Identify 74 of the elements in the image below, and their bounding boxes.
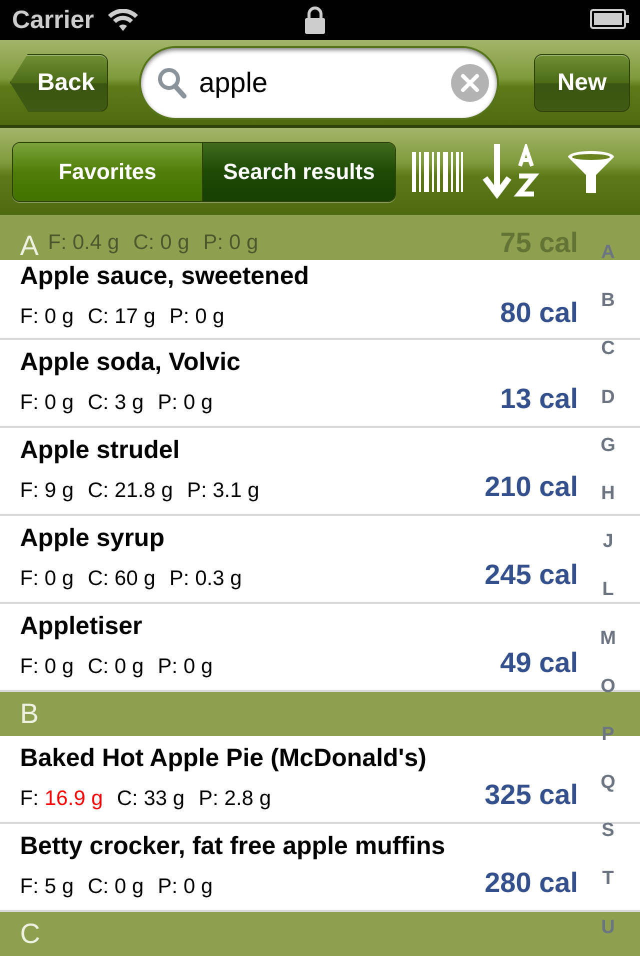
calorie-count: 280 cal [484,867,578,899]
nutrient-amount: F: 9 g [20,479,74,503]
food-name: Betty crocker, fat free apple muffins [20,832,446,861]
nutrient-amount: C: 0 g [88,655,144,679]
section-header: A [20,230,39,260]
nutrient-amount: P: 0.3 g [169,567,242,591]
nutrient-amount: P: 0 g [158,655,213,679]
nutrient-amount: P: 3.1 g [186,479,260,503]
nutrient-amount: F: 0 g [20,391,74,415]
calorie-count: 325 cal [484,779,578,811]
food-row[interactable]: Apple strudel F: 9 g C: 21.8 g P: 3.1 g 210 cal [0,428,578,514]
nutrient-amount: F: 16.9 g [20,787,103,811]
barcode-icon[interactable] [412,152,464,192]
calorie-count: 13 cal [500,383,578,415]
wifi-icon [108,9,138,31]
food-name: Apple sauce, sweetened [20,262,310,291]
food-name: Baked Hot Apple Pie (McDonald's) [20,744,426,773]
index-letter[interactable]: H [601,478,615,528]
nutrient-amount: F: 0 g [20,567,74,591]
index-letter[interactable]: L [602,575,614,624]
nutrient-amount: P: 0 g [203,231,258,255]
calorie-count: 210 cal [484,471,578,503]
search-icon [157,66,187,98]
food-row[interactable]: Appletiser F: 0 g C: 0 g P: 0 g 49 cal [0,604,578,690]
food-row[interactable]: Betty crocker, fat free apple muffins F: 5 g C: 0 g P: 0 g 280 cal [0,824,578,910]
food-name: Apple soda, Volvic [20,348,240,377]
index-letter[interactable]: B [601,286,615,334]
new-button[interactable]: New [534,54,630,112]
index-letter[interactable]: Q [600,768,616,816]
index-letter[interactable]: G [600,430,616,479]
food-row[interactable]: Baked Hot Apple Pie (McDonald's) F: 16.9 g C: 33 g P: 2.8 g 325 cal [0,736,578,822]
food-name: Appletiser [20,612,142,641]
food-row[interactable]: Apple syrup F: 0 g C: 60 g P: 0.3 g 245 cal [0,516,578,602]
food-row[interactable]: Apple sauce, sweetened F: 0 g C: 17 g P: 0 g 80 cal [0,260,578,338]
index-letter[interactable]: M [600,624,616,672]
food-name: Apple syrup [20,524,164,553]
nutrient-amount: C: 0 g [88,875,144,899]
nutrient-amount: P: 2.8 g [198,787,272,811]
sort-icon[interactable] [482,144,542,200]
nutrient-amount: F: 0 g [20,305,74,329]
nutrient-amount: C: 60 g [88,567,156,591]
nutrient-amount: C: 33 g [116,787,185,811]
index-letter[interactable]: T [602,864,614,913]
food-name: Apple strudel [20,436,180,465]
index-letter[interactable]: J [602,527,614,576]
nutrient-amount: F: 0.4 g [48,231,120,255]
section-header: C [20,918,40,950]
segment-tab[interactable]: Search results [203,142,395,200]
carrier-name: Carrier [12,6,94,34]
filter-icon[interactable] [568,150,614,192]
nutrient-amount: P: 0 g [169,305,224,329]
nutrient-amount: C: 3 g [88,391,144,415]
nutrient-amount: C: 0 g [133,231,190,255]
search-field[interactable]: apple [141,48,497,118]
segment-tab[interactable]: Favorites [13,142,203,200]
nutrient-amount: F: 0 g [20,655,74,679]
nutrient-amount: P: 0 g [158,875,213,899]
calorie-count: 245 cal [484,559,578,591]
index-letter[interactable]: O [600,672,616,720]
calorie-count: 49 cal [500,647,578,679]
food-row[interactable]: Apple soda, Volvic F: 0 g C: 3 g P: 0 g 13 cal [0,340,578,426]
nutrient-amount: C: 17 g [88,305,156,329]
nutrient-amount: P: 0 g [158,391,213,415]
back-button[interactable]: Back [10,54,108,112]
calorie-count: 80 cal [500,297,578,329]
battery-icon [590,9,630,29]
nutrient-amount: C: 21.8 g [88,479,173,503]
lock-icon [304,6,326,34]
index-letter[interactable]: C [601,334,615,383]
search-input[interactable]: apple [199,66,439,98]
index-letter[interactable]: S [602,816,614,864]
index-letter[interactable]: D [601,382,615,431]
section-header: B [20,698,39,730]
nutrient-amount: F: 5 g [20,875,74,899]
